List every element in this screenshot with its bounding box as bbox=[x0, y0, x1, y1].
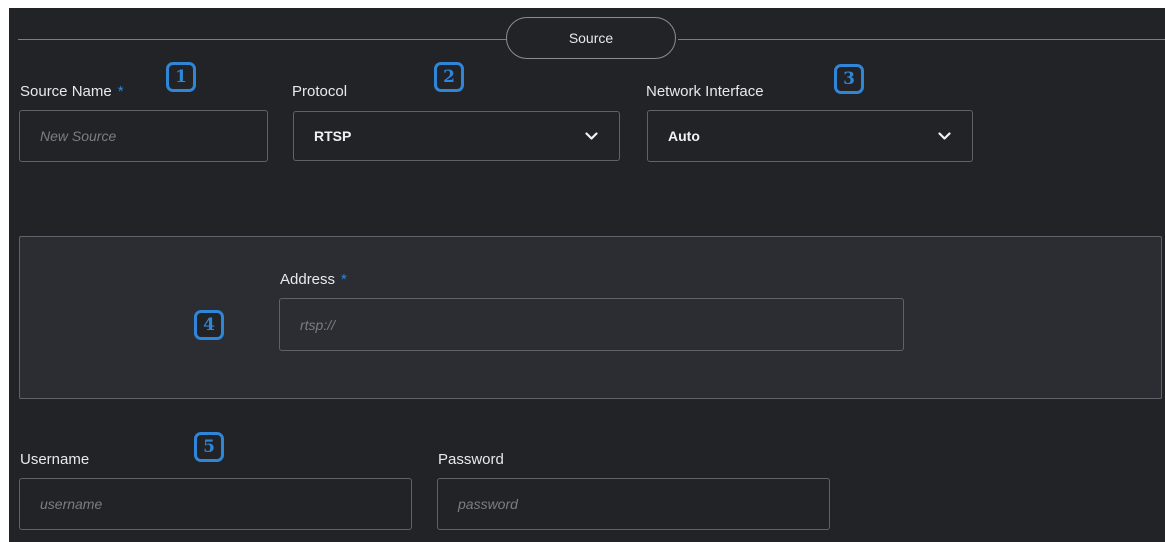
required-asterisk: * bbox=[341, 271, 347, 288]
chevron-down-icon bbox=[936, 128, 952, 144]
callout-badge-3-number: 3 bbox=[843, 69, 855, 89]
callout-badge-1-number: 1 bbox=[175, 67, 187, 87]
protocol-label: Protocol bbox=[292, 83, 347, 100]
section-title-pill: Source bbox=[506, 17, 676, 59]
password-placeholder: password bbox=[458, 496, 518, 512]
section-title: Source bbox=[568, 30, 614, 46]
protocol-select[interactable]: RTSP bbox=[293, 111, 620, 161]
address-input[interactable]: rtsp:// bbox=[279, 298, 904, 351]
callout-badge-3: 3 bbox=[834, 64, 864, 94]
callout-badge-4-number: 4 bbox=[203, 315, 215, 335]
address-placeholder: rtsp:// bbox=[300, 316, 336, 333]
source-name-label-text: Source Name bbox=[20, 83, 112, 100]
source-name-placeholder: New Source bbox=[40, 128, 117, 144]
network-interface-select[interactable]: Auto bbox=[647, 110, 973, 162]
chevron-down-icon bbox=[583, 128, 599, 144]
source-name-label: Source Name * bbox=[20, 83, 124, 100]
callout-badge-5-number: 5 bbox=[203, 437, 215, 457]
source-form: Source Source Name * 1 New Source Protoco… bbox=[9, 8, 1165, 542]
callout-badge-2-number: 2 bbox=[443, 67, 455, 87]
required-asterisk: * bbox=[117, 83, 124, 100]
network-interface-selected-value: Auto bbox=[668, 128, 700, 144]
network-interface-label: Network Interface bbox=[646, 83, 764, 100]
username-label-text: Username bbox=[20, 451, 90, 468]
protocol-selected-value: RTSP bbox=[314, 128, 352, 144]
section-divider-left bbox=[18, 39, 515, 40]
callout-badge-5: 5 bbox=[194, 432, 224, 462]
callout-badge-1: 1 bbox=[166, 62, 196, 92]
protocol-label-text: Protocol bbox=[292, 83, 348, 100]
password-label: Password bbox=[438, 451, 504, 468]
callout-badge-2: 2 bbox=[434, 62, 464, 92]
username-input[interactable]: username bbox=[19, 478, 412, 530]
section-divider-right bbox=[678, 39, 1165, 40]
password-label-text: Password bbox=[438, 451, 504, 468]
source-name-input[interactable]: New Source bbox=[19, 110, 268, 162]
address-label: Address * bbox=[280, 271, 347, 288]
username-label: Username bbox=[20, 451, 89, 468]
address-label-text: Address bbox=[280, 271, 336, 288]
network-interface-label-text: Network Interface bbox=[646, 83, 764, 100]
username-placeholder: username bbox=[40, 496, 103, 512]
password-input[interactable]: password bbox=[437, 478, 830, 530]
callout-badge-4: 4 bbox=[194, 310, 224, 340]
